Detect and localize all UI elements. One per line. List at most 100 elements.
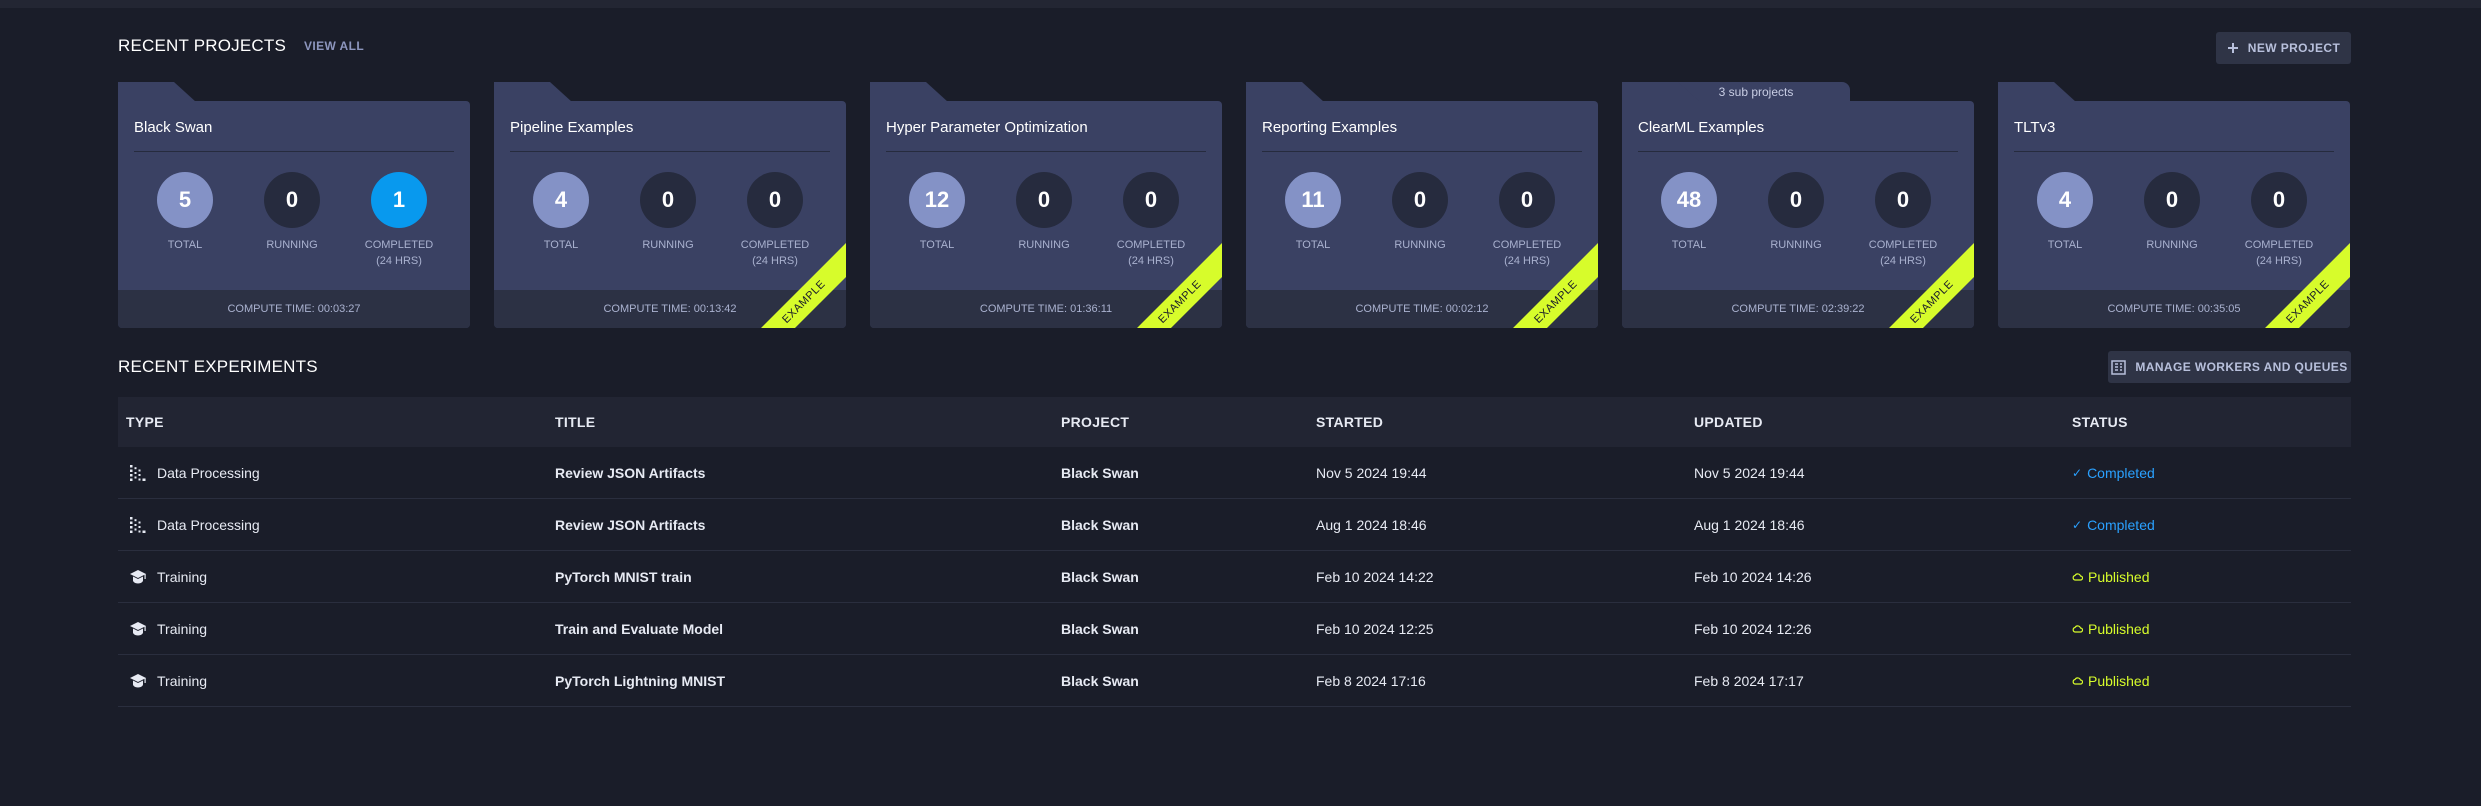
- completed-label-text: COMPLETED: [364, 239, 434, 251]
- project-cell[interactable]: Black Swan: [1061, 673, 1139, 689]
- data-processing-icon: [128, 515, 148, 535]
- total-label: TOTAL: [167, 239, 203, 251]
- table-row[interactable]: Training PyTorch Lightning MNIST Black S…: [118, 655, 2351, 707]
- completed-period: (24 hrs): [1880, 255, 1926, 267]
- completed-label-text: COMPLETED: [2244, 239, 2314, 251]
- running-count: 0: [264, 172, 320, 228]
- type-cell: Training: [157, 672, 208, 689]
- view-all-link[interactable]: VIEW ALL: [304, 39, 364, 53]
- updated-cell: Feb 10 2024 14:26: [1694, 568, 1812, 585]
- new-project-button[interactable]: NEW PROJECT: [2216, 32, 2351, 64]
- status-label: Published: [2088, 620, 2150, 637]
- project-cell[interactable]: Black Swan: [1061, 621, 1139, 637]
- column-title[interactable]: TITLE: [555, 414, 595, 430]
- stat-total: 4 TOTAL: [511, 172, 611, 253]
- cloud-icon: [2072, 674, 2084, 688]
- column-status[interactable]: STATUS: [2072, 414, 2128, 430]
- project-name: ClearML Examples: [1638, 119, 1765, 136]
- card-divider: [134, 151, 454, 152]
- card-body[interactable]: Hyper Parameter Optimization 12 TOTAL 0 …: [870, 101, 1222, 328]
- completed-count: 0: [1499, 172, 1555, 228]
- recent-projects-header: RECENT PROJECTS VIEW ALL: [118, 36, 364, 56]
- card-body[interactable]: Pipeline Examples 4 TOTAL 0 RUNNING 0 CO…: [494, 101, 846, 328]
- manage-workers-button[interactable]: MANAGE WORKERS AND QUEUES: [2108, 351, 2351, 383]
- status-label: Completed: [2087, 464, 2155, 481]
- column-updated[interactable]: UPDATED: [1694, 414, 1763, 430]
- started-cell: Nov 5 2024 19:44: [1316, 464, 1427, 481]
- project-name: Hyper Parameter Optimization: [886, 119, 1088, 136]
- stat-total: 48 TOTAL: [1639, 172, 1739, 253]
- completed-count: 0: [747, 172, 803, 228]
- completed-period: (24 hrs): [376, 255, 422, 267]
- stat-running: 0 RUNNING: [1370, 172, 1470, 253]
- running-label: RUNNING: [642, 239, 694, 251]
- completed-count: 1: [371, 172, 427, 228]
- manage-workers-label: MANAGE WORKERS AND QUEUES: [2135, 360, 2348, 374]
- running-label: RUNNING: [266, 239, 318, 251]
- running-label: RUNNING: [2146, 239, 2198, 251]
- updated-cell: Nov 5 2024 19:44: [1694, 464, 1805, 481]
- check-icon: ✓: [2072, 517, 2083, 532]
- stat-running: 0 RUNNING: [2122, 172, 2222, 253]
- project-cell[interactable]: Black Swan: [1061, 465, 1139, 481]
- table-row[interactable]: Data Processing Review JSON Artifacts Bl…: [118, 499, 2351, 551]
- running-count: 0: [1768, 172, 1824, 228]
- table-row[interactable]: Training Train and Evaluate Model Black …: [118, 603, 2351, 655]
- updated-cell: Feb 8 2024 17:17: [1694, 672, 1804, 689]
- project-card[interactable]: Reporting Examples 11 TOTAL 0 RUNNING 0 …: [1246, 82, 1598, 328]
- project-cell[interactable]: Black Swan: [1061, 517, 1139, 533]
- stat-completed: 0 COMPLETED (24 hrs): [1477, 172, 1577, 269]
- running-count: 0: [640, 172, 696, 228]
- status-cell: Published: [2072, 621, 2150, 637]
- table-row[interactable]: Training PyTorch MNIST train Black Swan …: [118, 551, 2351, 603]
- card-body[interactable]: ClearML Examples 48 TOTAL 0 RUNNING 0 CO…: [1622, 101, 1974, 328]
- column-project[interactable]: PROJECT: [1061, 414, 1129, 430]
- total-count: 11: [1285, 172, 1341, 228]
- recent-projects-title: RECENT PROJECTS: [118, 36, 286, 55]
- project-name: Reporting Examples: [1262, 119, 1398, 136]
- completed-label-text: COMPLETED: [1116, 239, 1186, 251]
- completed-label-text: COMPLETED: [740, 239, 810, 251]
- title-cell: Review JSON Artifacts: [555, 516, 706, 533]
- status-label: Published: [2088, 672, 2150, 689]
- plus-icon: [2227, 42, 2239, 54]
- project-cell[interactable]: Black Swan: [1061, 569, 1139, 585]
- column-type[interactable]: TYPE: [126, 414, 164, 430]
- recent-experiments-header: RECENT EXPERIMENTS: [118, 357, 318, 377]
- table-row[interactable]: Data Processing Review JSON Artifacts Bl…: [118, 447, 2351, 499]
- total-count: 4: [2037, 172, 2093, 228]
- running-label: RUNNING: [1018, 239, 1070, 251]
- type-cell: Data Processing: [157, 516, 260, 533]
- column-started[interactable]: STARTED: [1316, 414, 1383, 430]
- status-label: Completed: [2087, 516, 2155, 533]
- card-body[interactable]: Reporting Examples 11 TOTAL 0 RUNNING 0 …: [1246, 101, 1598, 328]
- running-label: RUNNING: [1770, 239, 1822, 251]
- card-divider: [886, 151, 1206, 152]
- stat-completed: 0 COMPLETED (24 hrs): [2229, 172, 2329, 269]
- running-count: 0: [1392, 172, 1448, 228]
- project-card[interactable]: TLTv3 4 TOTAL 0 RUNNING 0 COMPLETED (24 …: [1998, 82, 2350, 328]
- project-card[interactable]: Black Swan 5 TOTAL 0 RUNNING 1 COMPLETED…: [118, 82, 470, 328]
- status-cell: Published: [2072, 673, 2150, 689]
- type-cell: Training: [157, 620, 208, 637]
- new-project-label: NEW PROJECT: [2247, 41, 2341, 55]
- card-body[interactable]: Black Swan 5 TOTAL 0 RUNNING 1 COMPLETED…: [118, 101, 470, 328]
- stat-running: 0 RUNNING: [618, 172, 718, 253]
- stat-completed: 1 COMPLETED (24 hrs): [349, 172, 449, 269]
- total-label: TOTAL: [1671, 239, 1707, 251]
- stat-completed: 0 COMPLETED (24 hrs): [725, 172, 825, 269]
- completed-count: 0: [1123, 172, 1179, 228]
- stat-running: 0 RUNNING: [242, 172, 342, 253]
- project-card[interactable]: Hyper Parameter Optimization 12 TOTAL 0 …: [870, 82, 1222, 328]
- total-count: 12: [909, 172, 965, 228]
- updated-cell: Aug 1 2024 18:46: [1694, 516, 1805, 533]
- training-icon: [128, 619, 148, 639]
- project-cards: Black Swan 5 TOTAL 0 RUNNING 1 COMPLETED…: [118, 82, 2351, 328]
- project-card[interactable]: 3 sub projects ClearML Examples 48 TOTAL…: [1622, 82, 1974, 328]
- training-icon: [128, 567, 148, 587]
- project-card[interactable]: Pipeline Examples 4 TOTAL 0 RUNNING 0 CO…: [494, 82, 846, 328]
- card-body[interactable]: TLTv3 4 TOTAL 0 RUNNING 0 COMPLETED (24 …: [1998, 101, 2350, 328]
- completed-label-text: COMPLETED: [1492, 239, 1562, 251]
- completed-period: (24 hrs): [1504, 255, 1550, 267]
- completed-label: COMPLETED (24 hrs): [1869, 237, 1937, 269]
